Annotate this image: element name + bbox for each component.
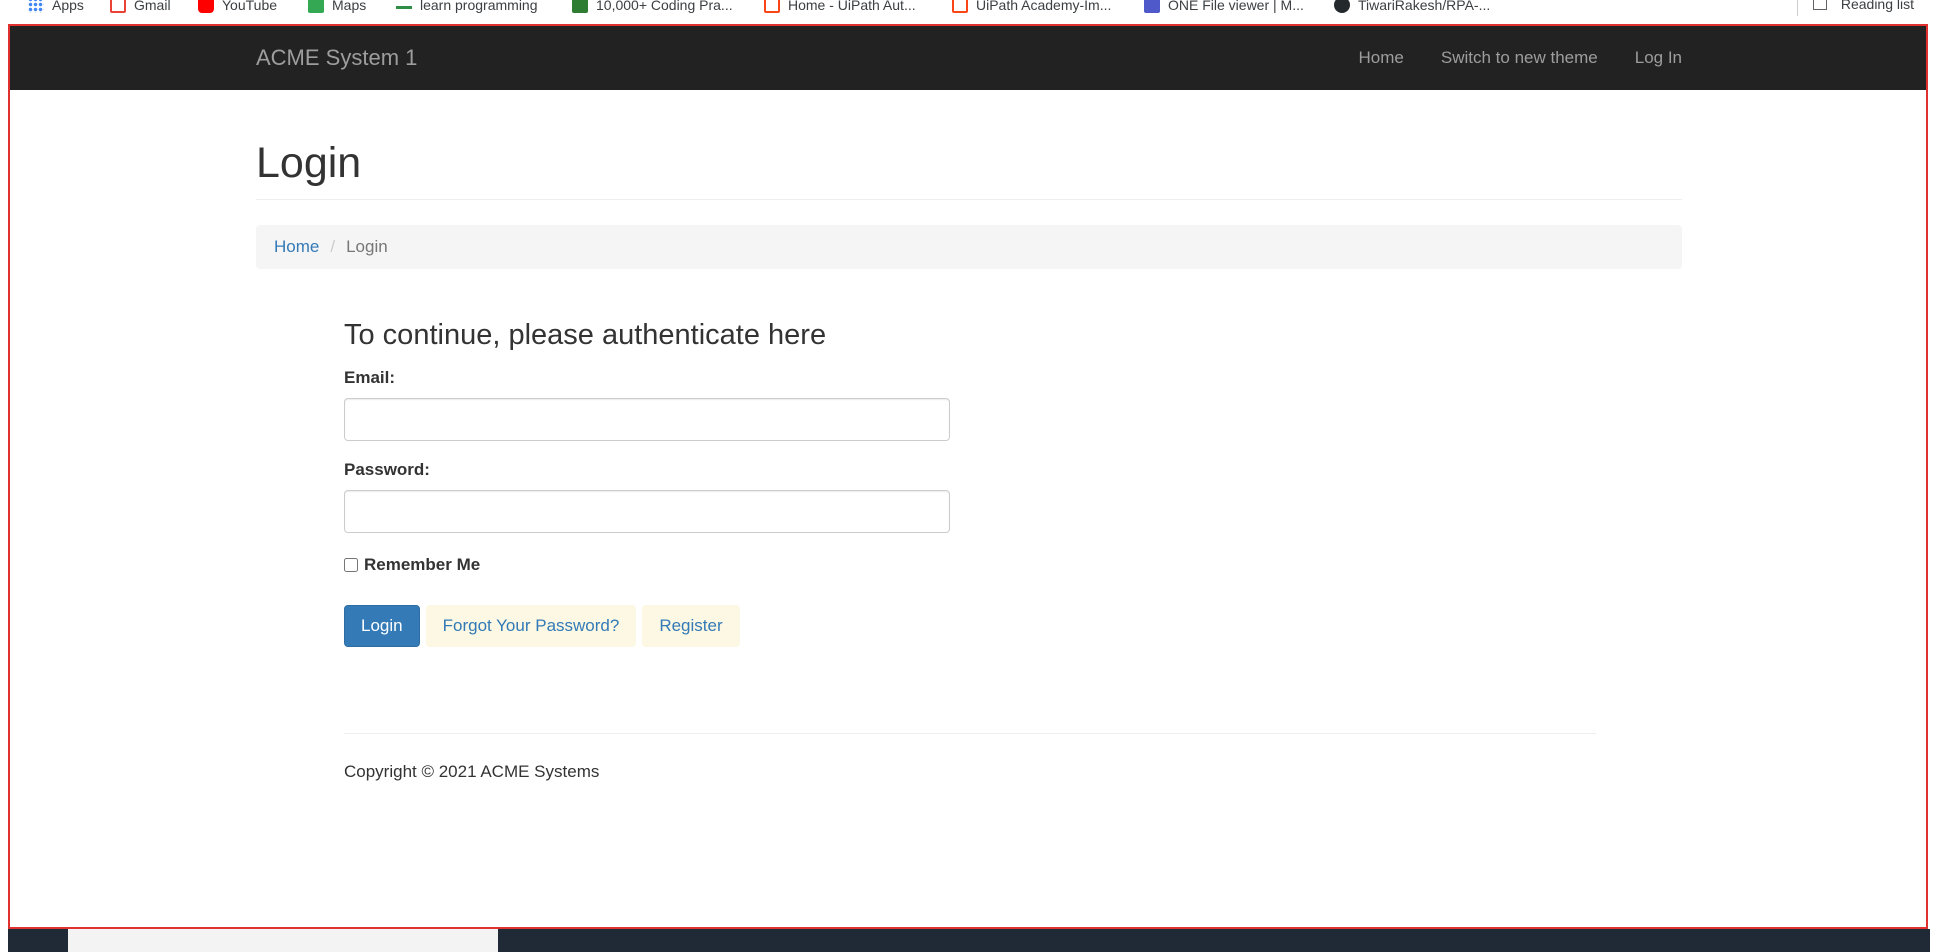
bookmark-label: UiPath Academy-Im...: [976, 0, 1112, 13]
password-label: Password:: [344, 460, 430, 479]
bookmark-label: Home - UiPath Aut...: [788, 0, 916, 13]
geeksforgeeks-icon: [396, 1, 412, 9]
breadcrumb: Home / Login: [256, 225, 1682, 269]
remember-me-label[interactable]: Remember Me: [364, 555, 480, 575]
nav-switch-theme-link[interactable]: Switch to new theme: [1441, 48, 1598, 68]
uipath-icon: [952, 0, 968, 13]
bookmarks-bar: Apps Gmail YouTube Maps learn programmin…: [0, 0, 1938, 24]
reading-list-label: Reading list: [1840, 0, 1914, 12]
bookmark-maps[interactable]: Maps: [308, 0, 366, 14]
bookmark-label: TiwariRakesh/RPA-...: [1358, 0, 1491, 13]
form-actions: Login Forgot Your Password? Register: [344, 605, 740, 647]
page-title: Login: [256, 139, 362, 187]
bookmark-coding-practice[interactable]: 10,000+ Coding Pra...: [572, 0, 733, 14]
breadcrumb-current: Login: [346, 237, 388, 256]
maps-icon: [308, 0, 324, 13]
bookmark-learn-programming[interactable]: learn programming: [396, 0, 538, 14]
nav-links: Home Switch to new theme Log In: [1359, 48, 1682, 68]
nav-login-link[interactable]: Log In: [1635, 48, 1682, 68]
reading-list-icon: [1812, 0, 1827, 10]
bookmark-one-file-viewer[interactable]: ONE File viewer | M...: [1144, 0, 1304, 14]
nav-home-link[interactable]: Home: [1359, 48, 1404, 68]
github-icon: [1334, 0, 1350, 13]
taskbar: [8, 929, 1930, 952]
teams-icon: [1144, 0, 1160, 13]
bookmark-gmail[interactable]: Gmail: [110, 0, 171, 14]
apps-grid-icon: [28, 0, 44, 13]
bookmark-label: Apps: [52, 0, 84, 13]
bookmark-label: ONE File viewer | M...: [1168, 0, 1304, 13]
bookmark-label: learn programming: [420, 0, 538, 13]
bookmark-label: YouTube: [222, 0, 278, 13]
breadcrumb-home-link[interactable]: Home: [274, 237, 319, 257]
divider: [1796, 0, 1798, 16]
bookmark-apps[interactable]: Apps: [28, 0, 84, 14]
forgot-password-button[interactable]: Forgot Your Password?: [425, 605, 637, 647]
password-field[interactable]: [344, 490, 950, 533]
bookmark-label: Maps: [332, 0, 367, 13]
page-frame: ACME System 1 Home Switch to new theme L…: [8, 24, 1928, 929]
bookmark-youtube[interactable]: YouTube: [198, 0, 277, 14]
email-label: Email:: [344, 368, 396, 387]
remember-me-row: Remember Me: [344, 555, 480, 575]
remember-me-checkbox[interactable]: [344, 558, 358, 572]
bookmark-github-repo[interactable]: TiwariRakesh/RPA-...: [1334, 0, 1490, 14]
coding-practice-icon: [572, 0, 588, 13]
brand-link[interactable]: ACME System 1: [256, 45, 417, 71]
reading-list-button[interactable]: Reading list: [1796, 0, 1914, 16]
breadcrumb-divider: /: [330, 237, 336, 256]
bookmark-uipath-academy[interactable]: UiPath Academy-Im...: [952, 0, 1111, 14]
bookmark-label: Gmail: [134, 0, 171, 13]
youtube-icon: [198, 0, 214, 13]
bookmark-uipath-home[interactable]: Home - UiPath Aut...: [764, 0, 916, 14]
copyright-text: Copyright © 2021 ACME Systems: [344, 762, 600, 781]
bookmark-label: 10,000+ Coding Pra...: [596, 0, 733, 13]
gmail-icon: [110, 0, 126, 13]
taskbar-search-box[interactable]: [68, 929, 498, 952]
email-field[interactable]: [344, 398, 950, 441]
login-button[interactable]: Login: [344, 605, 420, 647]
footer-divider: [344, 733, 1596, 734]
navbar: ACME System 1 Home Switch to new theme L…: [10, 26, 1926, 90]
uipath-icon: [764, 0, 780, 13]
title-divider: [256, 199, 1682, 200]
register-button[interactable]: Register: [642, 605, 740, 647]
form-heading: To continue, please authenticate here: [344, 319, 827, 351]
